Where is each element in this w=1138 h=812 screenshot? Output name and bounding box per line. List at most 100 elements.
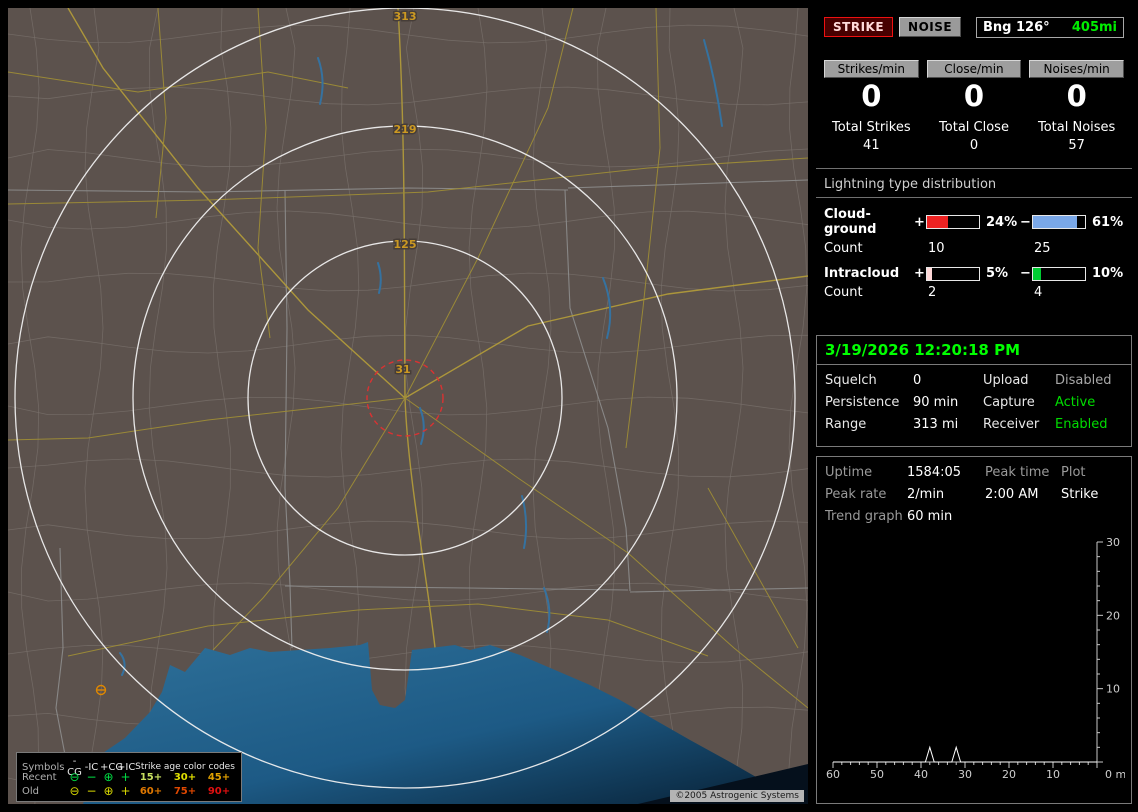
trend-graph-label: Trend graph: [825, 509, 903, 524]
ic-plus-bar-fill: [927, 267, 933, 280]
persistence-label: Persistence: [825, 395, 900, 410]
plot-value: Strike: [1061, 487, 1099, 502]
cg-plus-bar-fill: [927, 216, 948, 228]
mode-row: STRIKE NOISE Bng 126° 405mi: [824, 16, 1124, 38]
capture-status: Active: [1055, 395, 1096, 410]
intracloud-row: Intracloud + 5% − 10%: [824, 266, 1124, 281]
noises-per-min-button[interactable]: Noises/min: [1029, 60, 1124, 78]
peak-rate-label: Peak rate: [825, 487, 887, 502]
age-code: 75+: [173, 785, 197, 797]
pos-cg-recent-icon: ⊕: [103, 770, 114, 784]
map-canvas: 313 219 125 31: [8, 8, 808, 804]
cg-minus-count: 25: [1034, 241, 1051, 256]
strikes-per-min-button[interactable]: Strikes/min: [824, 60, 919, 78]
distance-value: 405mi: [1071, 19, 1117, 35]
ic-minus-bar: [1032, 266, 1086, 281]
divider: [816, 168, 1132, 169]
plus-sign: +: [914, 266, 925, 281]
sidebar: STRIKE NOISE Bng 126° 405mi Strikes/min …: [816, 8, 1132, 804]
close-per-min-value: 0: [963, 79, 985, 113]
svg-text:30: 30: [1106, 536, 1120, 549]
cg-minus-bar: [1032, 215, 1086, 229]
peak-time-value: 2:00 AM: [985, 487, 1039, 502]
neg-ic-old-icon: −: [86, 784, 97, 798]
upload-label: Upload: [983, 373, 1029, 388]
ic-plus-pct: 5%: [986, 266, 1009, 281]
bearing-value: Bng 126°: [983, 19, 1050, 35]
age-code: 15+: [139, 771, 163, 783]
strikes-per-min-value: 0: [861, 79, 882, 113]
strikes-column: Strikes/min 0 Total Strikes 41: [824, 60, 919, 153]
pos-ic-old-icon: +: [120, 784, 131, 798]
age-code: 30+: [173, 771, 197, 783]
ic-minus-pct: 10%: [1092, 266, 1124, 281]
svg-text:40: 40: [914, 768, 928, 781]
cloud-ground-count-row: Count 10 25: [824, 241, 1124, 256]
count-label: Count: [824, 241, 863, 256]
neg-cg-old-icon: ⊖: [69, 784, 80, 798]
rates-row: Strikes/min 0 Total Strikes 41 Close/min…: [824, 60, 1124, 153]
persistence-value: 90 min: [913, 395, 959, 410]
age-code: 90+: [207, 785, 231, 797]
minus-sign: −: [1020, 214, 1031, 230]
close-per-min-button[interactable]: Close/min: [926, 60, 1022, 78]
legend-old-label: Old: [22, 785, 39, 797]
age-code: 45+: [207, 771, 231, 783]
ic-plus-count: 2: [928, 285, 937, 300]
stats-panel: Uptime 1584:05 Peak time Plot Peak rate …: [816, 456, 1132, 804]
total-close-value: 0: [969, 138, 979, 153]
range-ring-label: 125: [394, 238, 417, 251]
cg-plus-pct: 24%: [986, 214, 1018, 230]
svg-text:30: 30: [958, 768, 972, 781]
range-ring-label: 313: [394, 10, 417, 23]
plot-label: Plot: [1061, 465, 1086, 480]
copyright-label: ©2005 Astrogenic Systems: [670, 790, 804, 802]
neg-ic-recent-icon: −: [86, 770, 97, 784]
nexstorm-window: 313 219 125 31 Symbols -CG -IC +CG +IC S…: [0, 0, 1138, 812]
cg-plus-bar: [926, 215, 980, 229]
cg-plus-count: 10: [928, 241, 945, 256]
peak-rate-value: 2/min: [907, 487, 945, 502]
status-grid: Squelch 0 Upload Disabled Persistence 90…: [817, 365, 1131, 440]
close-column: Close/min 0 Total Close 0: [926, 60, 1022, 153]
intracloud-label: Intracloud: [824, 266, 900, 281]
receiver-label: Receiver: [983, 417, 1040, 432]
status-panel: 3/19/2026 12:20:18 PM Squelch 0 Upload D…: [816, 335, 1132, 447]
capture-label: Capture: [983, 395, 1035, 410]
svg-text:10: 10: [1106, 683, 1120, 696]
svg-text:60: 60: [826, 768, 840, 781]
trend-graph: 30 20 10 60 50 40 30 20 10 0 min: [826, 536, 1125, 781]
legend-recent-label: Recent: [22, 771, 57, 783]
neg-cg-recent-icon: ⊖: [69, 770, 80, 784]
range-label: Range: [825, 417, 867, 432]
total-close-label: Total Close: [939, 120, 1009, 135]
noise-mode-button[interactable]: NOISE: [899, 17, 962, 37]
uptime-value: 1584:05: [907, 465, 962, 480]
count-label: Count: [824, 285, 863, 300]
cloud-ground-row: Cloud-ground + 24% − 61%: [824, 207, 1124, 237]
age-code: 60+: [139, 785, 163, 797]
range-value: 313 mi: [913, 417, 959, 432]
cg-minus-pct: 61%: [1092, 214, 1124, 230]
receiver-status: Enabled: [1055, 417, 1108, 432]
svg-text:50: 50: [870, 768, 884, 781]
stats-grid: Uptime 1584:05 Peak time Plot Peak rate …: [825, 463, 1123, 524]
strike-stats-panel: STRIKE NOISE Bng 126° 405mi Strikes/min …: [816, 8, 1132, 326]
bearing-distance-display: Bng 126° 405mi: [976, 16, 1124, 38]
cloud-ground-label: Cloud-ground: [824, 207, 877, 237]
cg-minus-bar-fill: [1033, 216, 1078, 228]
total-strikes-value: 41: [863, 138, 880, 153]
svg-text:20: 20: [1002, 768, 1016, 781]
distribution-title: Lightning type distribution: [816, 175, 1132, 198]
plus-sign: +: [914, 214, 925, 230]
legend-age-header: Strike age color codes: [135, 762, 235, 772]
strike-mode-button[interactable]: STRIKE: [824, 17, 894, 37]
minus-sign: −: [1020, 266, 1031, 281]
peak-time-label: Peak time: [985, 465, 1050, 480]
squelch-value: 0: [913, 373, 922, 388]
range-ring-label: 219: [394, 123, 417, 136]
noises-column: Noises/min 0 Total Noises 57: [1029, 60, 1124, 153]
upload-status: Disabled: [1055, 373, 1112, 388]
total-noises-value: 57: [1068, 138, 1085, 153]
uptime-label: Uptime: [825, 465, 873, 480]
